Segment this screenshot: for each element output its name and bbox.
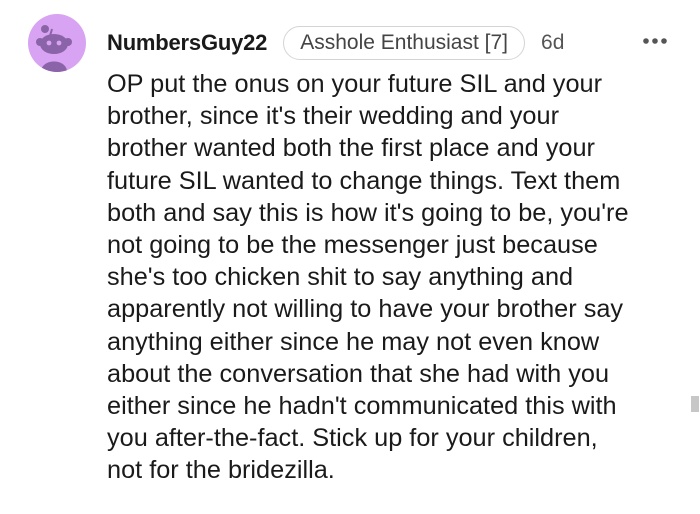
comment-body-line: brother wanted both the first place and … [107,134,595,163]
more-horizontal-icon [643,38,667,44]
comment-body-line: apparently not willing to have your brot… [107,295,624,324]
username-link[interactable]: NumbersGuy22 [107,30,267,56]
comment-body-line: future SIL wanted to change things. Text… [107,166,621,195]
comment-body: OP put the onus on your future SIL and y… [107,68,679,487]
user-flair: Asshole Enthusiast [7] [283,26,526,60]
comment-body-line: OP put the onus on your future SIL and y… [107,70,603,98]
comment-body-line: not going to be the messenger just becau… [107,231,598,260]
comment-body-line: you after-the-fact. Stick up for your ch… [107,424,598,453]
comment: NumbersGuy22 Asshole Enthusiast [7] 6d O… [0,0,700,514]
comment-body-line: anything either since he may not even kn… [107,327,600,356]
comment-header: NumbersGuy22 Asshole Enthusiast [7] 6d [107,26,564,60]
reddit-snoo-icon [36,25,72,72]
comment-body-line: brother, since it's their wedding and yo… [107,102,559,131]
scrollbar-thumb[interactable] [691,396,699,412]
avatar[interactable] [28,14,86,72]
timestamp[interactable]: 6d [541,31,564,55]
comment-body-line: either since he hadn't communicated this… [107,392,617,421]
comment-body-line: about the conversation that she had with… [107,359,610,388]
more-options-button[interactable] [638,28,672,54]
comment-body-line: not for the bridezilla. [107,456,335,485]
comment-body-line: she's too chicken shit to say anything a… [107,263,574,292]
comment-body-line: both and say this is how it's going to b… [107,198,629,227]
